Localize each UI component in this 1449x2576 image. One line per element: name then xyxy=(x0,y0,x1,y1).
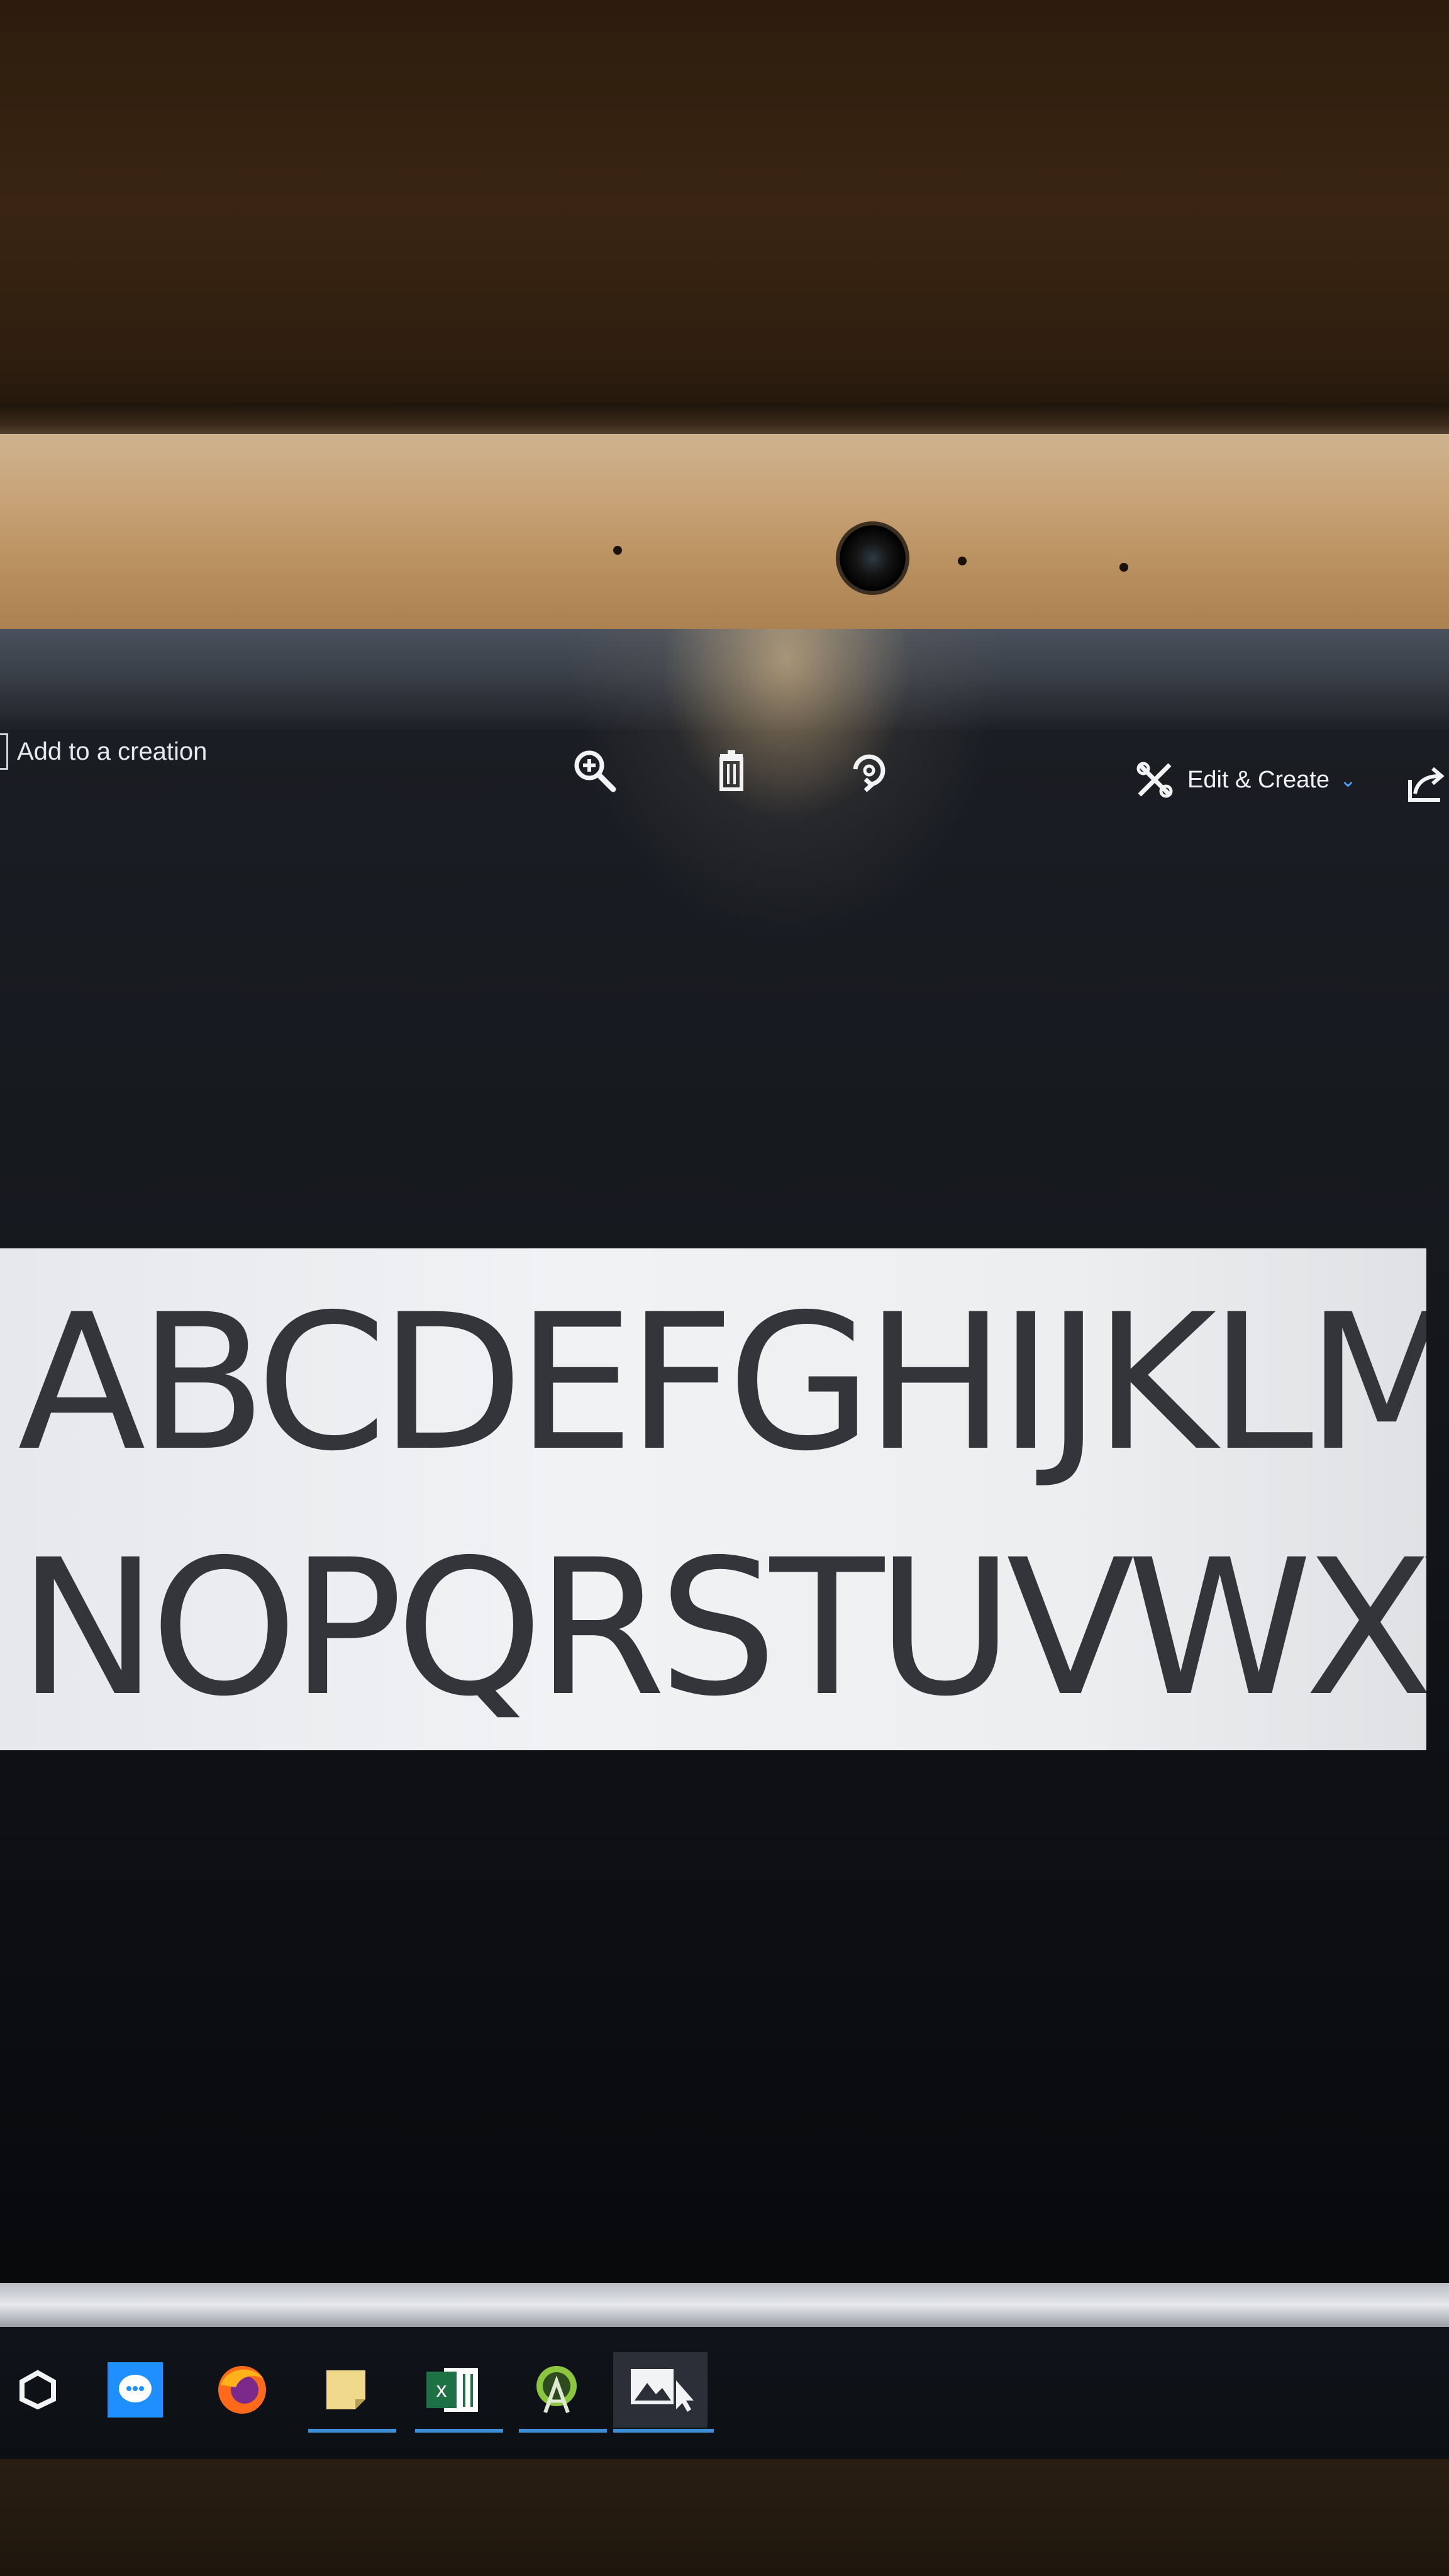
zoom-in-icon xyxy=(574,750,616,792)
photo-scene: Add to a creation Edit & Create ⌄ ABCDEF… xyxy=(0,0,1449,2576)
running-indicator xyxy=(308,2429,396,2433)
taskbar-firefox[interactable] xyxy=(204,2352,280,2428)
excel-icon: x xyxy=(426,2368,478,2412)
delete-icon xyxy=(719,750,743,791)
window-bottom-edge xyxy=(0,2283,1449,2327)
taskbar-sticky-notes[interactable] xyxy=(308,2352,396,2433)
bezel-sensor-mid xyxy=(958,557,967,565)
add-to-creation-label: Add to a creation xyxy=(17,737,208,765)
alphabet-line-2: NOPQRSTUVWXYZ xyxy=(18,1519,1426,1738)
bezel-sensor-right xyxy=(1119,563,1128,572)
bezel-sensor-left xyxy=(613,546,622,555)
unity-icon xyxy=(19,2370,56,2410)
active-indicator xyxy=(613,2429,714,2433)
rotate-icon xyxy=(853,754,886,792)
android-studio-icon xyxy=(536,2366,577,2414)
firefox-icon xyxy=(218,2366,266,2414)
window-titlebar xyxy=(0,629,1449,730)
edit-create-label: Edit & Create xyxy=(1187,766,1330,793)
image-canvas[interactable]: ABCDEFGHIJKLM NOPQRSTUVWXYZ xyxy=(0,1248,1426,1750)
edit-create-menu[interactable]: Edit & Create ⌄ xyxy=(1132,755,1357,805)
delete-button[interactable] xyxy=(703,742,760,799)
rotate-button[interactable] xyxy=(840,742,896,799)
add-creation-icon xyxy=(0,733,8,770)
taskbar-android-studio[interactable] xyxy=(519,2352,607,2433)
webcam-icon xyxy=(840,525,906,591)
zoom-in-button[interactable] xyxy=(566,742,623,799)
taskbar-photos[interactable] xyxy=(613,2352,714,2433)
taskbar-messenger[interactable] xyxy=(97,2352,173,2428)
running-indicator xyxy=(519,2429,607,2433)
taskbar-start-button[interactable] xyxy=(0,2352,75,2428)
share-icon xyxy=(1408,767,1445,802)
laptop-chassis xyxy=(0,2459,1449,2576)
edit-create-icon xyxy=(1136,762,1173,798)
svg-text:x: x xyxy=(436,2378,447,2402)
messenger-icon xyxy=(108,2362,163,2418)
alphabet-line-1: ABCDEFGHIJKLM xyxy=(18,1274,1426,1492)
sticky-notes-icon xyxy=(326,2370,365,2409)
photos-icon xyxy=(631,2369,694,2412)
add-to-creation-button[interactable]: Add to a creation xyxy=(0,730,207,774)
share-button[interactable] xyxy=(1404,761,1449,806)
taskbar-excel[interactable]: x xyxy=(415,2352,503,2433)
chevron-down-icon: ⌄ xyxy=(1340,769,1357,791)
running-indicator xyxy=(415,2429,503,2433)
